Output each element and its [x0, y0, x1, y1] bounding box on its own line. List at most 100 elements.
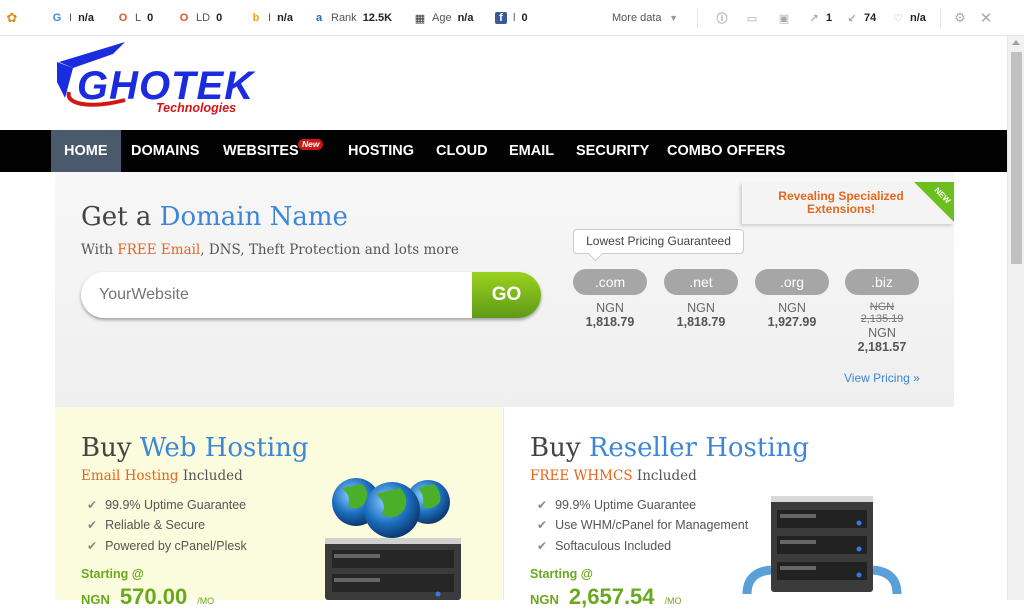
seobar-info-button[interactable]: ⓘ — [716, 11, 728, 25]
tld-net[interactable]: .net NGN 1,818.79 — [664, 269, 738, 329]
seobar-value: n/a — [457, 12, 474, 24]
domain-title-highlight: Domain Name — [159, 202, 348, 232]
seobar-linking-domains[interactable]: O LD 0 — [178, 11, 222, 25]
logo-sub-text: Technologies — [156, 101, 237, 115]
site-logo[interactable]: GHOTEK Technologies — [55, 42, 265, 118]
host-title-highlight[interactable]: Web Hosting — [140, 433, 309, 463]
check-icon: ✔ — [537, 518, 548, 532]
nav-item-combo-offers[interactable]: COMBO OFFERS — [667, 130, 785, 172]
tld-price: 1,927.99 — [767, 315, 817, 329]
check-icon: ✔ — [537, 498, 548, 512]
nav-item-security[interactable]: SECURITY — [576, 130, 649, 172]
page-scrollbar[interactable] — [1007, 36, 1024, 600]
seoquake-logo-icon[interactable]: ✿ — [6, 10, 18, 25]
nav-item-websites[interactable]: WEBSITES — [223, 130, 299, 172]
seobar-divider — [940, 8, 941, 28]
domain-sub-highlight: FREE Email — [117, 242, 201, 258]
tld-pill[interactable]: .biz — [845, 269, 919, 295]
view-pricing-link[interactable]: View Pricing » — [844, 371, 920, 385]
seobar-label: I — [69, 12, 73, 24]
seobar-value: 0 — [147, 12, 154, 24]
nav-item-home[interactable]: HOME — [51, 130, 121, 172]
chevron-down-icon: ▼ — [669, 13, 678, 23]
domain-title: Get a Domain Name — [81, 202, 348, 232]
domain-search-input[interactable] — [81, 272, 472, 318]
seobar-age[interactable]: ▦ Age n/a — [414, 11, 474, 25]
nav-item-hosting[interactable]: HOSTING — [348, 130, 414, 172]
nav-item-cloud[interactable]: CLOUD — [436, 130, 488, 172]
seobar-nofollow[interactable]: ♡ n/a — [892, 11, 926, 25]
tld-price: 1,818.79 — [585, 315, 635, 329]
feature-label: 99.9% Uptime Guarantee — [555, 498, 697, 512]
price-value: 2,657.54 — [568, 584, 655, 609]
feature-item: ✔ 99.9% Uptime Guarantee — [537, 498, 696, 512]
alexa-icon: a — [315, 12, 323, 24]
reseller-hosting-title: Buy Reseller Hosting — [530, 433, 809, 463]
reseller-server-icon — [742, 496, 902, 595]
nav-item-domains[interactable]: DOMAINS — [131, 130, 199, 172]
seobar-close-button[interactable]: ✕ — [979, 10, 993, 27]
tld-price: 2,181.57 — [857, 340, 907, 354]
price-period: /MO — [664, 596, 682, 606]
host-title-prefix: Buy — [530, 433, 581, 463]
host-sub-highlight: Email Hosting — [81, 468, 179, 484]
price-period: /MO — [197, 596, 215, 606]
feature-item: ✔ 99.9% Uptime Guarantee — [87, 498, 246, 512]
domain-search-box: GO — [81, 272, 541, 318]
external-links-icon: ↗ — [809, 12, 819, 25]
go-button[interactable]: GO — [472, 272, 541, 318]
seobar-value: 1 — [826, 12, 833, 24]
feature-label: Use WHM/cPanel for Management — [555, 518, 749, 532]
tld-price: 1,818.79 — [676, 315, 726, 329]
nav-item-email[interactable]: EMAIL — [509, 130, 554, 172]
web-hosting-price: NGN 570.00 /MO — [81, 584, 214, 610]
seobar-value: 74 — [864, 12, 877, 24]
more-data-dropdown[interactable]: More data ▼ — [612, 11, 680, 25]
tld-currency: NGN — [596, 301, 624, 315]
seobar-value: 0 — [521, 12, 528, 24]
seobar-bing-index[interactable]: b In/a — [250, 11, 293, 25]
seobar-image-button[interactable]: ▣ — [778, 11, 790, 25]
seobar-links[interactable]: O L0 — [117, 11, 154, 25]
lowest-pricing-tooltip: Lowest Pricing Guaranteed — [573, 229, 744, 254]
feature-label: Powered by cPanel/Plesk — [105, 539, 247, 553]
tld-biz[interactable]: .biz NGN 2,135.19 NGN 2,181.57 — [845, 269, 919, 354]
host-title-highlight[interactable]: Reseller Hosting — [589, 433, 809, 463]
seobar-value: n/a — [78, 12, 94, 24]
tld-pill[interactable]: .net — [664, 269, 738, 295]
bing-icon: b — [252, 12, 260, 24]
tld-org[interactable]: .org NGN 1,927.99 — [755, 269, 829, 329]
close-icon: ✕ — [979, 10, 993, 27]
scroll-up-arrow-icon[interactable] — [1012, 40, 1020, 45]
seobar-internal-links[interactable]: ↙ 74 — [846, 11, 876, 25]
specialized-extensions-ribbon[interactable]: Revealing Specialized Extensions! NEW — [742, 182, 954, 224]
seobar-page-button[interactable]: ▭ — [746, 11, 758, 25]
seobar-alexa-rank[interactable]: a Rank 12.5K — [313, 11, 392, 25]
gear-icon: ⚙ — [954, 10, 966, 25]
seobar-external-links[interactable]: ↗ 1 — [808, 11, 832, 25]
domain-title-prefix: Get a — [81, 202, 152, 232]
scrollbar-thumb[interactable] — [1011, 52, 1022, 264]
tld-com[interactable]: .com NGN 1,818.79 — [573, 269, 647, 329]
tld-pill[interactable]: .org — [755, 269, 829, 295]
seobar-label: I — [268, 12, 272, 24]
seobar-label: Age — [432, 12, 452, 24]
server-globes-icon — [325, 478, 461, 600]
starting-label: Starting @ — [530, 567, 593, 581]
domain-sub-suffix: , DNS, Theft Protection and lots more — [200, 242, 459, 258]
reseller-hosting-price: NGN 2,657.54 /MO — [530, 584, 682, 610]
main-navigation: HOME DOMAINS WEBSITES New HOSTING CLOUD … — [0, 130, 1007, 172]
seobar-divider — [697, 8, 698, 28]
tld-pill[interactable]: .com — [573, 269, 647, 295]
seobar-facebook-likes[interactable]: f l0 — [495, 11, 528, 25]
seobar-label: LD — [196, 12, 211, 24]
info-icon: ⓘ — [716, 13, 728, 25]
feature-item: ✔ Reliable & Secure — [87, 518, 205, 532]
image-icon: ▣ — [778, 12, 790, 25]
links-icon: O — [118, 12, 128, 24]
host-sub-highlight: FREE WHMCS — [530, 468, 633, 484]
seobar-label: l — [513, 12, 516, 24]
feature-item: ✔ Use WHM/cPanel for Management — [537, 518, 748, 532]
seobar-settings-button[interactable]: ⚙ — [954, 10, 966, 25]
seobar-google-index[interactable]: G In/a — [51, 11, 94, 25]
